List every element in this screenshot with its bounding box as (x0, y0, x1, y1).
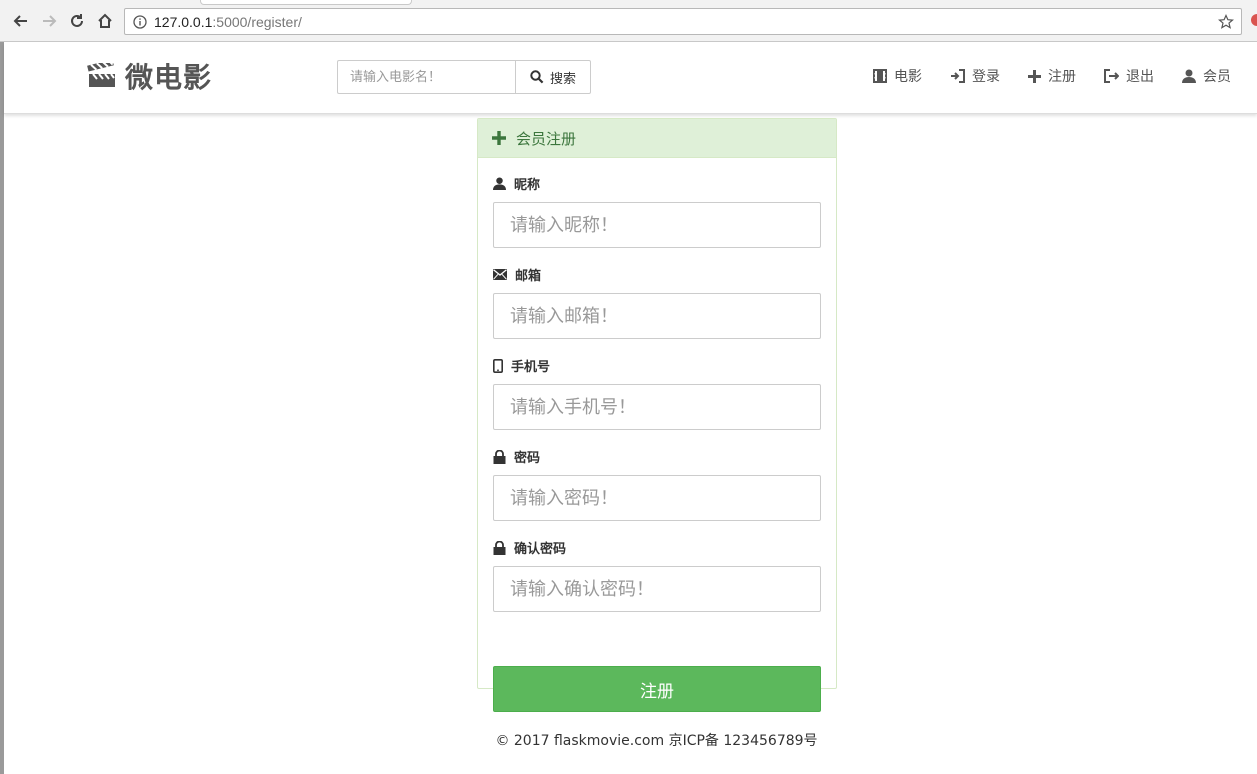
url-path: :5000/register/ (212, 13, 302, 30)
user-icon (1182, 69, 1196, 83)
nav-item-movies[interactable]: 电影 (873, 66, 922, 86)
confirm-password-label-text: 确认密码 (514, 542, 567, 557)
login-icon (951, 69, 965, 83)
reload-icon (71, 14, 83, 27)
page-footer: © 2017 flaskmovie.com 京ICP备 123456789号 (495, 733, 818, 749)
user-icon (493, 177, 506, 190)
nickname-label-text: 昵称 (514, 178, 541, 193)
nav-item-label: 注册 (1048, 69, 1076, 85)
phone-label-text: 手机号 (511, 360, 551, 375)
confirm-password-label: 确认密码 (493, 538, 566, 557)
password-label: 密码 (493, 447, 540, 466)
nickname-label: 昵称 (493, 174, 540, 193)
window-edge (0, 42, 4, 774)
site-navbar: 微电影 搜索 电影 登录 注册 退出 会员 (4, 42, 1257, 114)
panel-heading: 会员注册 (478, 119, 836, 158)
search-input[interactable] (337, 60, 515, 94)
reload-button[interactable] (66, 10, 88, 32)
panel-title: 会员注册 (516, 129, 577, 148)
logout-icon (1104, 69, 1119, 83)
envelope-icon (493, 269, 507, 280)
nav-item-label: 登录 (972, 69, 1000, 85)
forward-button[interactable] (38, 10, 60, 32)
lock-icon (493, 540, 506, 555)
url-host: 127.0.0.1 (154, 13, 213, 30)
email-label-text: 邮箱 (515, 269, 542, 284)
home-icon (98, 13, 112, 28)
phone-input[interactable] (493, 384, 821, 430)
nav-item-label: 电影 (894, 69, 922, 85)
search-icon (530, 70, 544, 84)
email-label: 邮箱 (493, 265, 541, 284)
brand-title: 微电影 (125, 61, 213, 94)
nav-item-label: 退出 (1126, 69, 1154, 85)
password-label-text: 密码 (514, 451, 541, 466)
phone-label: 手机号 (493, 356, 550, 375)
back-button[interactable] (10, 10, 32, 32)
nav-menu: 电影 登录 注册 退出 会员 (845, 66, 1231, 86)
plus-icon (1028, 69, 1041, 83)
plus-icon (492, 131, 506, 145)
arrow-left-icon (13, 15, 27, 27)
lock-icon (493, 449, 506, 464)
nav-item-login[interactable]: 登录 (950, 66, 1000, 86)
bookmark-star-icon[interactable] (1218, 14, 1234, 30)
search-form: 搜索 (337, 60, 591, 94)
phone-icon (493, 358, 503, 373)
browser-tab[interactable] (200, 0, 412, 5)
nav-item-member[interactable]: 会员 (1182, 66, 1231, 86)
password-input[interactable] (493, 475, 821, 521)
nickname-input[interactable] (493, 202, 821, 248)
brand[interactable]: 微电影 (87, 56, 212, 96)
register-submit-button[interactable]: 注册 (493, 666, 821, 712)
nav-item-label: 会员 (1203, 69, 1231, 85)
email-input[interactable] (493, 293, 821, 339)
film-icon (873, 69, 887, 83)
info-icon[interactable] (132, 14, 148, 30)
confirm-password-input[interactable] (493, 566, 821, 612)
url-text: 127.0.0.1:5000/register/ (154, 14, 302, 30)
nav-item-logout[interactable]: 退出 (1104, 66, 1154, 86)
search-button[interactable]: 搜索 (515, 60, 591, 94)
register-panel: 会员注册 昵称 邮箱 手机号 密码 确认密码 (477, 118, 837, 712)
home-button[interactable] (94, 10, 116, 32)
extension-icon[interactable] (1251, 14, 1257, 26)
search-button-label: 搜索 (549, 71, 576, 87)
arrow-right-icon (43, 15, 57, 27)
clapperboard-icon (87, 63, 115, 87)
browser-toolbar: 127.0.0.1:5000/register/ (0, 0, 1257, 42)
nav-item-register[interactable]: 注册 (1028, 66, 1076, 86)
address-bar[interactable]: 127.0.0.1:5000/register/ (124, 8, 1242, 35)
